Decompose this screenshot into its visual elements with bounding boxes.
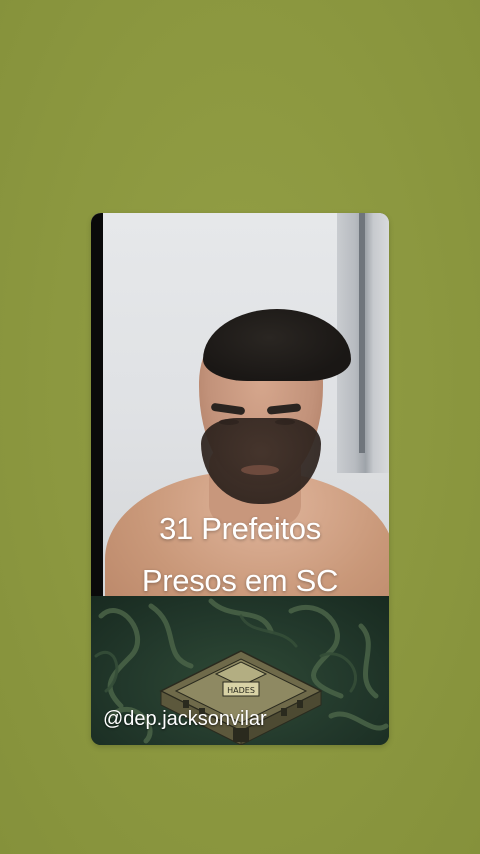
story-card[interactable]: HADES 31 Prefeitos Presos em SC @dep.jac… [91, 213, 389, 745]
person-mouth [241, 465, 279, 475]
caption-line-1: 31 Prefeitos [159, 511, 321, 546]
caption-line-2: Presos em SC [141, 563, 339, 598]
author-handle[interactable]: @dep.jacksonvilar [103, 708, 267, 731]
person-hair [203, 309, 351, 381]
svg-text:HADES: HADES [227, 686, 255, 695]
